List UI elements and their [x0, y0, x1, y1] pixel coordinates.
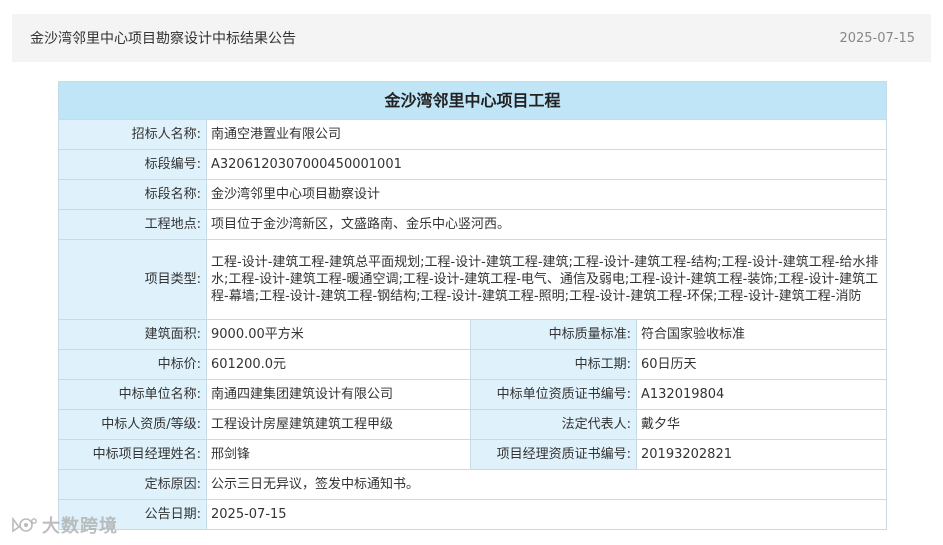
section-name-label: 标段名称:: [58, 179, 207, 210]
watermark: 大数跨境: [10, 512, 118, 538]
bid-price-label: 中标价:: [58, 349, 207, 380]
announcement-header: 金沙湾邻里中心项目勘察设计中标结果公告 2025-07-15: [12, 14, 931, 62]
bid-price-value: 601200.0元: [206, 349, 471, 380]
table-title-row: 金沙湾邻里中心项目工程: [57, 81, 888, 120]
table-row: 中标单位名称: 南通四建集团建筑设计有限公司 中标单位资质证书编号: A1320…: [58, 379, 888, 410]
quality-standard-value: 符合国家验收标准: [635, 319, 888, 350]
location-label: 工程地点:: [58, 209, 207, 240]
qualification-label: 中标人资质/等级:: [58, 409, 207, 440]
table-row: 工程地点: 项目位于金沙湾新区，文盛路南、金乐中心竖河西。: [58, 209, 888, 240]
winner-cert-value: A132019804: [635, 379, 888, 410]
duration-label: 中标工期:: [470, 349, 637, 380]
section-no-label: 标段编号:: [58, 149, 207, 180]
manager-cert-value: 20193202821: [635, 439, 888, 470]
winner-label: 中标单位名称:: [58, 379, 207, 410]
building-area-value: 9000.00平方米: [206, 319, 471, 350]
bid-result-table: 金沙湾邻里中心项目工程 招标人名称: 南通空港置业有限公司 标段编号: A320…: [57, 81, 888, 530]
table-row: 中标价: 601200.0元 中标工期: 60日历天: [58, 349, 888, 380]
quality-standard-label: 中标质量标准:: [470, 319, 637, 350]
legal-rep-label: 法定代表人:: [470, 409, 637, 440]
reason-value: 公示三日无异议，签发中标通知书。: [205, 469, 888, 500]
project-type-value: 工程-设计-建筑工程-建筑总平面规划;工程-设计-建筑工程-建筑;工程-设计-建…: [205, 239, 888, 320]
table-row: 公告日期: 2025-07-15: [58, 499, 888, 530]
winner-value: 南通四建集团建筑设计有限公司: [206, 379, 471, 410]
table-row: 建筑面积: 9000.00平方米 中标质量标准: 符合国家验收标准: [58, 319, 888, 350]
section-no-value: A3206120307000450001001: [205, 149, 888, 180]
table-row: 标段编号: A3206120307000450001001: [58, 149, 888, 180]
table-row: 项目类型: 工程-设计-建筑工程-建筑总平面规划;工程-设计-建筑工程-建筑;工…: [58, 239, 888, 320]
project-type-label: 项目类型:: [58, 239, 207, 320]
reason-label: 定标原因:: [58, 469, 207, 500]
manager-label: 中标项目经理姓名:: [58, 439, 207, 470]
watermark-text: 大数跨境: [42, 516, 118, 537]
logo-icon: [12, 516, 37, 533]
table-row: 中标项目经理姓名: 邢剑锋 项目经理资质证书编号: 20193202821: [58, 439, 888, 470]
section-name-value: 金沙湾邻里中心项目勘察设计: [205, 179, 888, 210]
table-row: 定标原因: 公示三日无异议，签发中标通知书。: [58, 469, 888, 500]
table-row: 中标人资质/等级: 工程设计房屋建筑建筑工程甲级 法定代表人: 戴夕华: [58, 409, 888, 440]
tenderer-value: 南通空港置业有限公司: [205, 119, 888, 150]
table-title: 金沙湾邻里中心项目工程: [57, 81, 888, 120]
manager-cert-label: 项目经理资质证书编号:: [470, 439, 637, 470]
location-value: 项目位于金沙湾新区，文盛路南、金乐中心竖河西。: [205, 209, 888, 240]
tenderer-label: 招标人名称:: [58, 119, 207, 150]
legal-rep-value: 戴夕华: [635, 409, 888, 440]
manager-value: 邢剑锋: [206, 439, 471, 470]
table-row: 招标人名称: 南通空港置业有限公司: [58, 119, 888, 150]
duration-value: 60日历天: [635, 349, 888, 380]
qualification-value: 工程设计房屋建筑建筑工程甲级: [206, 409, 471, 440]
announcement-date: 2025-07-15: [839, 30, 915, 46]
winner-cert-label: 中标单位资质证书编号:: [470, 379, 637, 410]
table-row: 标段名称: 金沙湾邻里中心项目勘察设计: [58, 179, 888, 210]
building-area-label: 建筑面积:: [58, 319, 207, 350]
announcement-title[interactable]: 金沙湾邻里中心项目勘察设计中标结果公告: [30, 28, 296, 48]
announce-date-value: 2025-07-15: [205, 499, 888, 530]
